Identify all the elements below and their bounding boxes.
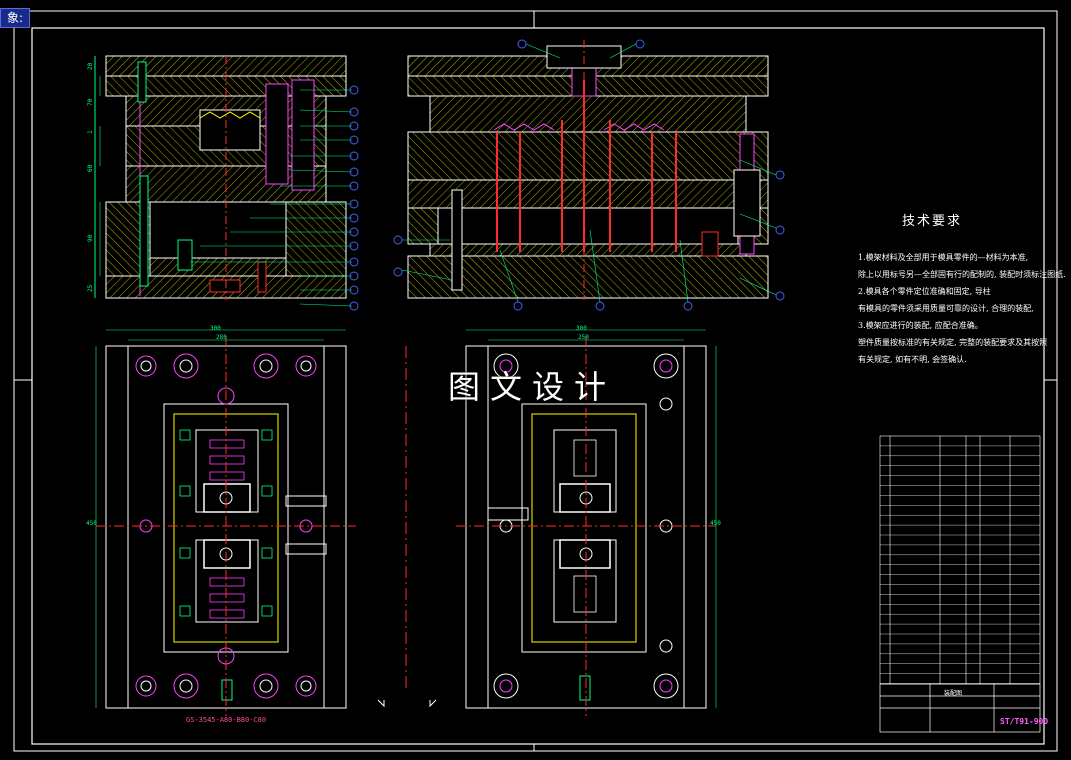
dim-side-left: 450 bbox=[86, 520, 97, 527]
tech-req-line: 2.模具各个零件定位准确和固定, 导柱 bbox=[858, 287, 991, 296]
tech-req-line: 有模具的零件须采用质量可靠的设计, 合理的装配, bbox=[858, 304, 1034, 313]
command-tab[interactable]: 象: bbox=[0, 8, 31, 28]
tech-req-line: 3.模架应进行的装配, 应配合准确。 bbox=[858, 321, 983, 330]
title-block-name: 装配图 bbox=[944, 690, 963, 697]
bom-rows bbox=[880, 445, 1040, 684]
dim-right-outer: 300 bbox=[576, 325, 587, 332]
tech-req-line: 1.模架材料及全部用于模具零件的—材料为本准, bbox=[858, 253, 1029, 262]
dim-top-outer: 300 bbox=[210, 325, 221, 332]
svg-text:20: 20 bbox=[87, 62, 94, 70]
section-view-left: 20 70 1 60 90 25 bbox=[87, 55, 359, 311]
section-arrow-right bbox=[429, 699, 437, 708]
technical-requirements: 技术要求 1.模架材料及全部用于模具零件的—材料为本准, 除上以用标号另—全部固… bbox=[858, 210, 1066, 368]
dim-side-right: 450 bbox=[710, 520, 721, 527]
section-view-right bbox=[393, 39, 785, 311]
watermark-text: 图文设计 bbox=[448, 368, 617, 406]
svg-text:60: 60 bbox=[87, 164, 94, 172]
drawing-number: ST/T91-900 bbox=[1000, 717, 1049, 726]
plan-view-left bbox=[95, 329, 356, 716]
bom-table bbox=[879, 435, 1041, 685]
tech-req-title: 技术要求 bbox=[902, 214, 963, 229]
svg-text:1: 1 bbox=[87, 130, 94, 134]
section-arrow-left bbox=[377, 699, 385, 708]
svg-text:90: 90 bbox=[87, 234, 94, 242]
mold-base-part-number: GS-3545-A80-B80-C80 bbox=[186, 716, 267, 724]
dim-right-inner: 250 bbox=[578, 334, 589, 341]
tech-req-line: 除上以用标号另—全部固有行的配制的, 装配时须标注图纸. bbox=[858, 270, 1066, 279]
dim-top-inner: 280 bbox=[216, 334, 227, 341]
tech-req-line: 塑件质量按标准的有关规定, 完整的装配要求及其按照 bbox=[858, 338, 1048, 347]
tech-req-line: 有关规定, 如有不明, 会签确认. bbox=[858, 355, 967, 364]
svg-text:25: 25 bbox=[87, 284, 94, 292]
svg-text:70: 70 bbox=[87, 98, 94, 106]
